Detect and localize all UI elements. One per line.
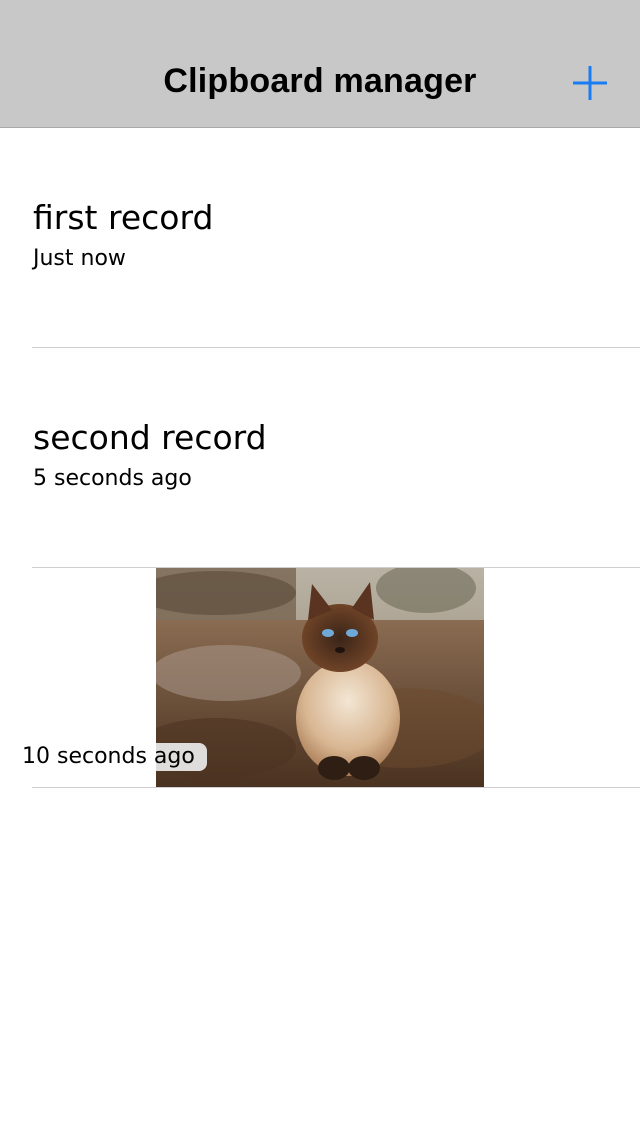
record-title: first record (33, 198, 214, 237)
page-title: Clipboard manager (163, 62, 477, 100)
list-item[interactable]: second record 5 seconds ago (0, 348, 640, 568)
record-timestamp: Just now (33, 246, 126, 271)
plus-icon (573, 66, 607, 100)
record-timestamp: 5 seconds ago (33, 466, 192, 491)
add-record-button[interactable] (564, 58, 616, 110)
list-item[interactable]: 10 seconds ago (0, 568, 640, 788)
record-timestamp: 10 seconds ago (22, 744, 195, 769)
list-item[interactable]: first record Just now (0, 128, 640, 348)
navigation-bar: Clipboard manager (0, 0, 640, 128)
divider (32, 787, 640, 788)
clipboard-list: first record Just now second record 5 se… (0, 128, 640, 788)
record-title: second record (33, 418, 267, 457)
